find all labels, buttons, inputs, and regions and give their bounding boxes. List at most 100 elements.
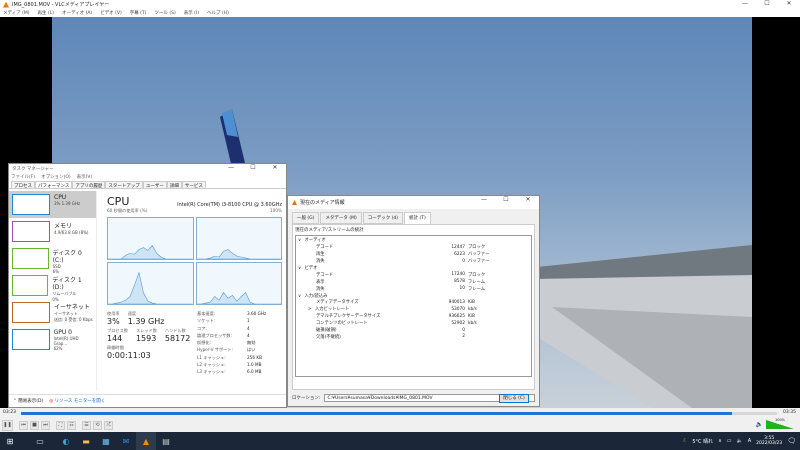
thread-value: 1593 — [135, 334, 157, 343]
tm-menu-item[interactable]: 表示(V) — [77, 174, 93, 181]
close-dialog-button[interactable]: 閉じる (C) — [499, 394, 529, 403]
stats-row: デコード 12447 ブロック — [298, 244, 529, 251]
pause-button[interactable]: ❚❚ — [2, 419, 13, 431]
tm-maximize[interactable]: ☐ — [242, 164, 264, 171]
mail-icon[interactable]: ✉ — [116, 432, 136, 450]
close-button[interactable]: ✕ — [778, 0, 800, 7]
sidebar-item[interactable]: イーサネット イーサネット 送信: 0 受信: 0 Kbps — [9, 299, 96, 326]
previous-button[interactable]: ⏮ — [19, 420, 28, 430]
sidebar-item[interactable]: ディスク 1 (D:) リムーバブル 0% — [9, 272, 96, 302]
menu-item[interactable]: 表示 (I) — [184, 10, 199, 16]
sidebar-item-name: CPU — [54, 194, 67, 201]
stat-name: ∨ 入力/読込み — [298, 293, 328, 299]
spec-value: 256 KB — [247, 354, 262, 360]
volume-tray-icon[interactable]: 🔈 — [737, 438, 743, 444]
stats-row[interactable]: ∨ 入力/読込み — [298, 292, 529, 299]
sidebar-item[interactable]: ディスク 0 (C:) SSD 6% — [9, 245, 96, 274]
sidebar-item-sub2: 6% — [52, 269, 59, 274]
expand-arrow-icon[interactable]: ∨ — [298, 294, 303, 299]
next-button[interactable]: ⏭ — [41, 420, 50, 430]
tray-chevron-icon[interactable]: ∧ — [718, 438, 722, 444]
stats-row: 再生 6223 バッファー — [298, 251, 529, 258]
explorer-icon[interactable]: ▬ — [76, 432, 96, 450]
minimize-button[interactable]: — — [734, 0, 756, 7]
spec-value: 3.60 GHz — [247, 311, 267, 316]
expand-arrow-icon[interactable]: > — [308, 307, 313, 312]
stats-row: デマルチプレクサーデータサイズ 936625 KiB — [298, 313, 529, 320]
stat-value: 936625 — [448, 313, 465, 319]
tm-tab[interactable]: アプリの履歴 — [72, 181, 106, 189]
stats-row: メディアデータサイズ 940013 KiB — [298, 299, 529, 306]
resource-monitor-link[interactable]: ◎ リソース モニターを開く — [49, 398, 105, 404]
start-button[interactable]: ⊞ — [0, 432, 20, 450]
seek-slider[interactable] — [21, 412, 777, 415]
task-view-button[interactable]: ▭ — [30, 432, 50, 450]
edge-icon[interactable]: ◐ — [56, 432, 76, 450]
expand-arrow-icon[interactable]: ∨ — [298, 266, 303, 271]
spec-label: 仮想化: — [197, 340, 211, 346]
fewer-details-button[interactable]: ⌃ 簡易表示(D) — [13, 398, 43, 404]
dialog-tab[interactable]: 統計 (T) — [404, 212, 431, 224]
tm-tab[interactable]: ユーザー — [142, 181, 167, 189]
menu-item[interactable]: 再生 (L) — [38, 10, 54, 16]
sidebar-item[interactable]: メモリ 4.9/63.8 GB (8%) — [9, 218, 96, 245]
menu-item[interactable]: ヘルプ (H) — [207, 10, 229, 16]
tm-menu-item[interactable]: オプション(O) — [41, 174, 71, 181]
menu-item[interactable]: オーディオ (A) — [62, 10, 92, 16]
dialog-close[interactable]: ✕ — [517, 196, 539, 203]
shuffle-button[interactable]: ⤮ — [104, 420, 113, 430]
spec-value: 1.0 MB — [247, 362, 262, 368]
vlc-taskbar-icon[interactable]: ▲ — [136, 432, 156, 450]
spec-label: ソケット: — [197, 318, 216, 324]
dialog-tab[interactable]: メタデータ (M) — [320, 212, 362, 224]
time-elapsed: 03:23 — [3, 410, 16, 415]
menu-item[interactable]: 字幕 (T) — [130, 10, 147, 16]
weather[interactable]: 5°C 晴れ — [692, 438, 713, 445]
extended-settings-button[interactable]: ☷ — [67, 420, 76, 430]
task-manager-taskbar-icon[interactable]: ▤ — [156, 432, 176, 450]
stats-row[interactable]: > 入力ビットレート 53070 kb/s — [298, 306, 529, 313]
sidebar-item-name: ディスク 0 (C:) — [52, 250, 82, 264]
cpu-core-graph — [107, 262, 194, 305]
tm-tab[interactable]: 詳細 — [166, 181, 182, 189]
volume-control[interactable]: 🔈 100% — [756, 418, 794, 429]
tm-close[interactable]: ✕ — [264, 164, 286, 171]
network-icon[interactable]: ▭ — [727, 438, 732, 444]
expand-arrow-icon[interactable]: ∨ — [298, 238, 303, 243]
stat-value: 52902 — [451, 320, 465, 326]
sidebar-item[interactable]: GPU 0 Intel(R) UHD Grap... 62% — [9, 326, 96, 353]
tm-menu-item[interactable]: ファイル(F) — [11, 174, 35, 181]
dialog-tab[interactable]: 一般 (G) — [292, 212, 320, 224]
proc-value: 144 — [107, 334, 123, 343]
tm-tab[interactable]: サービス — [181, 181, 206, 189]
stop-button[interactable]: ■ — [30, 420, 39, 430]
maximize-button[interactable]: ☐ — [756, 0, 778, 7]
tm-tab[interactable]: スタートアップ — [105, 181, 143, 189]
menu-item[interactable]: メディア (M) — [3, 10, 30, 16]
stats-tree[interactable]: ∨ オーディオ デコード 12447 ブロック 再生 6223 バッファー 消失 0 バッファー ∨… — [295, 235, 532, 377]
ime-indicator[interactable]: A — [748, 438, 751, 444]
tm-tab[interactable]: パフォーマンス — [35, 181, 73, 189]
menu-item[interactable]: ビデオ (V) — [100, 10, 122, 16]
volume-level: 100% — [775, 418, 786, 422]
tm-tab[interactable]: プロセス — [11, 181, 35, 189]
stats-row: 表示 8578 フレーム — [298, 278, 529, 285]
playlist-button[interactable]: ☰ — [82, 420, 91, 430]
stats-row[interactable]: ∨ ビデオ — [298, 265, 529, 272]
sidebar-item[interactable]: CPU 3% 1.39 GHz — [9, 191, 96, 218]
tm-minimize[interactable]: — — [220, 164, 242, 171]
stat-name: コンテンツのビットレート — [316, 321, 368, 327]
sidebar-item-name: GPU 0 — [53, 329, 72, 336]
stat-value: 8578 — [454, 279, 465, 285]
dialog-tab[interactable]: コーデック (d) — [362, 212, 404, 224]
notification-icon[interactable]: 🗨 — [787, 437, 796, 445]
clock[interactable]: 3:55 2022/03/23 — [756, 436, 782, 446]
loop-button[interactable]: ⟲ — [93, 420, 102, 430]
fullscreen-button[interactable]: ⛶ — [56, 420, 65, 430]
store-icon[interactable]: ▦ — [96, 432, 116, 450]
dialog-maximize[interactable]: ☐ — [495, 196, 517, 203]
dialog-minimize[interactable]: — — [473, 196, 495, 203]
stats-row[interactable]: ∨ オーディオ — [298, 237, 529, 244]
menu-item[interactable]: ツール (S) — [154, 10, 175, 16]
spec-label: L1 キャッシュ: — [197, 354, 226, 360]
